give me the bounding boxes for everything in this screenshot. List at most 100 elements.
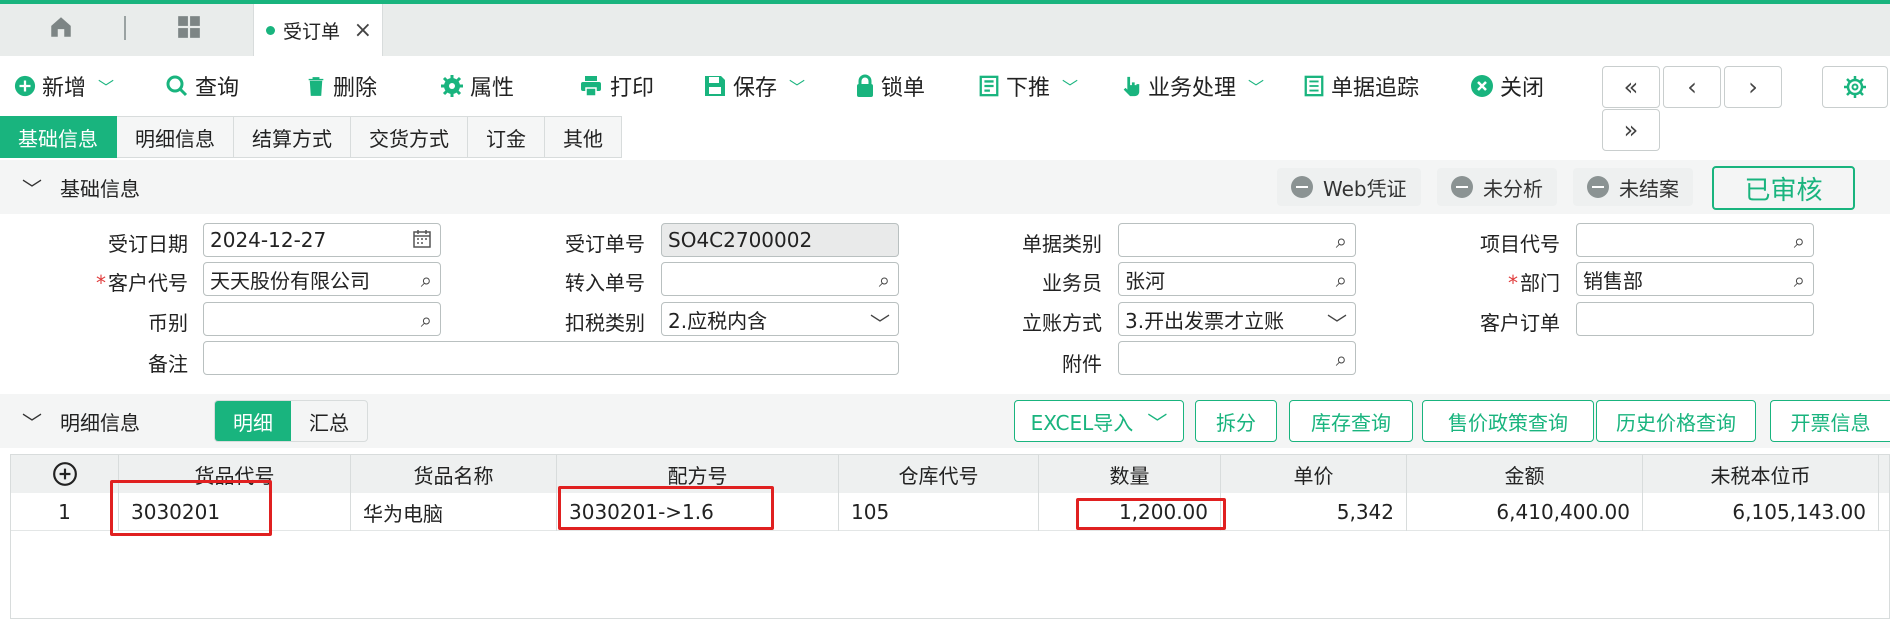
stock-query-button[interactable]: 库存查询 xyxy=(1289,400,1413,442)
detail-view-toggle: 明细 汇总 xyxy=(214,400,368,442)
invoice-info-button[interactable]: 开票信息 xyxy=(1770,400,1890,442)
cell-untaxed[interactable]: 6,105,143.00 xyxy=(1643,493,1879,531)
minus-circle-icon xyxy=(1291,176,1313,198)
chevron-down-icon[interactable]: ﹀ xyxy=(98,74,114,98)
order-no-field[interactable]: SO4C2700002 xyxy=(661,223,899,257)
tab-basic-info[interactable]: 基础信息 xyxy=(0,116,117,158)
search-icon[interactable]: ⌕ xyxy=(1794,229,1805,253)
gear-icon xyxy=(1844,76,1866,98)
col-item-name[interactable]: 货品名称 xyxy=(351,455,557,493)
account-method-value: 3.开出发票才立账 xyxy=(1125,308,1285,333)
trace-button[interactable]: 单据追踪 xyxy=(1303,68,1419,104)
col-qty[interactable]: 数量 xyxy=(1039,455,1221,493)
customer-order-field[interactable] xyxy=(1576,302,1814,336)
tab-deposit[interactable]: 订金 xyxy=(468,116,545,158)
excel-import-button[interactable]: EXCEL导入 ﹀ xyxy=(1014,400,1184,442)
next-record-button[interactable]: › xyxy=(1724,66,1782,108)
chevron-down-icon[interactable]: ﹀ xyxy=(870,308,890,337)
push-down-button[interactable]: 下推 ﹀ xyxy=(978,68,1078,104)
search-icon[interactable]: ⌕ xyxy=(1336,268,1347,292)
order-date-field[interactable]: 2024-12-27 xyxy=(203,223,441,257)
unanalyzed-badge[interactable]: 未分析 xyxy=(1437,168,1557,206)
doc-type-field[interactable]: ⌕ xyxy=(1118,223,1356,257)
search-icon[interactable]: ⌕ xyxy=(879,268,890,292)
required-mark: * xyxy=(96,271,106,295)
transfer-no-field[interactable]: ⌕ xyxy=(661,262,899,296)
tab-bar: 受订单 × xyxy=(0,4,1890,56)
search-icon[interactable]: ⌕ xyxy=(1336,229,1347,253)
delete-button[interactable]: 删除 xyxy=(305,68,377,104)
salesman-field[interactable]: 张河 ⌕ xyxy=(1118,262,1356,296)
trash-icon xyxy=(308,77,324,96)
tab-other[interactable]: 其他 xyxy=(545,116,622,158)
department-value: 销售部 xyxy=(1583,268,1643,293)
tax-type-select[interactable]: 2.应税内含 ﹀ xyxy=(661,302,899,336)
push-down-label: 下推 xyxy=(1006,76,1051,101)
col-warehouse[interactable]: 仓库代号 xyxy=(839,455,1039,493)
business-process-button[interactable]: 业务处理 ﹀ xyxy=(1120,68,1264,104)
tab-detail-info[interactable]: 明细信息 xyxy=(117,116,234,158)
search-icon xyxy=(166,75,188,97)
department-field[interactable]: 销售部 ⌕ xyxy=(1576,262,1814,296)
document-list-icon xyxy=(979,75,999,97)
calendar-icon[interactable] xyxy=(412,229,432,254)
add-row-icon[interactable] xyxy=(11,455,119,493)
currency-field[interactable]: ⌕ xyxy=(203,302,441,336)
chevron-down-icon[interactable]: ﹀ xyxy=(1147,407,1167,436)
prev-record-button[interactable]: ‹ xyxy=(1663,66,1721,108)
col-untaxed[interactable]: 未税本位币 xyxy=(1643,455,1879,493)
cell-amount[interactable]: 6,410,400.00 xyxy=(1407,493,1643,531)
price-history-query-button[interactable]: 历史价格查询 xyxy=(1596,400,1756,442)
close-icon[interactable]: × xyxy=(354,18,372,43)
query-label: 查询 xyxy=(195,76,240,101)
project-code-field[interactable]: ⌕ xyxy=(1576,223,1814,257)
search-icon[interactable]: ⌕ xyxy=(1794,268,1805,292)
cell-item-name[interactable]: 华为电脑 xyxy=(351,493,557,531)
web-voucher-badge[interactable]: Web凭证 xyxy=(1277,168,1421,206)
unclosed-badge[interactable]: 未结案 xyxy=(1573,168,1693,206)
tab-sales-order[interactable]: 受订单 × xyxy=(253,4,383,56)
badge-label: Web凭证 xyxy=(1323,176,1407,201)
view-summary-button[interactable]: 汇总 xyxy=(291,401,367,441)
collapse-chevron-icon[interactable]: ﹀ xyxy=(22,173,42,202)
view-detail-button[interactable]: 明细 xyxy=(215,401,291,441)
save-button[interactable]: 保存 ﹀ xyxy=(703,68,805,104)
chevron-down-icon[interactable]: ﹀ xyxy=(1248,74,1264,98)
required-mark: * xyxy=(1508,271,1518,295)
cell-warehouse[interactable]: 105 xyxy=(839,493,1039,531)
split-button[interactable]: 拆分 xyxy=(1195,400,1277,442)
account-method-label: 立账方式 xyxy=(1022,311,1102,335)
close-button[interactable]: 关闭 xyxy=(1470,68,1544,104)
chevron-down-icon[interactable]: ﹀ xyxy=(1327,308,1347,337)
tab-divider xyxy=(124,16,126,40)
tab-settlement[interactable]: 结算方式 xyxy=(234,116,351,158)
properties-button[interactable]: 属性 xyxy=(440,68,514,104)
table-row[interactable]: 1 3030201 华为电脑 3030201->1.6 105 1,200.00… xyxy=(11,493,1889,531)
search-icon[interactable]: ⌕ xyxy=(421,308,432,332)
order-date-label: 受订日期 xyxy=(108,232,188,256)
chevron-down-icon[interactable]: ﹀ xyxy=(1062,74,1078,98)
chevron-down-icon[interactable]: ﹀ xyxy=(789,74,805,98)
tab-delivery[interactable]: 交货方式 xyxy=(351,116,468,158)
print-button[interactable]: 打印 xyxy=(578,68,654,104)
settings-button[interactable] xyxy=(1822,66,1888,108)
search-icon[interactable]: ⌕ xyxy=(1336,347,1347,371)
col-amount[interactable]: 金额 xyxy=(1407,455,1643,493)
attachment-field[interactable]: ⌕ xyxy=(1118,341,1356,375)
cell-price[interactable]: 5,342 xyxy=(1221,493,1407,531)
search-icon[interactable]: ⌕ xyxy=(421,268,432,292)
home-icon[interactable] xyxy=(48,14,74,45)
first-record-button[interactable]: « xyxy=(1602,66,1660,108)
collapse-chevron-icon[interactable]: ﹀ xyxy=(22,407,42,436)
col-price[interactable]: 单价 xyxy=(1221,455,1407,493)
account-method-select[interactable]: 3.开出发票才立账 ﹀ xyxy=(1118,302,1356,336)
customer-code-field[interactable]: 天天股份有限公司 ⌕ xyxy=(203,262,441,296)
lock-button[interactable]: 锁单 xyxy=(855,68,925,104)
last-record-button[interactable]: » xyxy=(1602,109,1660,151)
price-policy-query-button[interactable]: 售价政策查询 xyxy=(1422,400,1594,442)
query-button[interactable]: 查询 xyxy=(165,68,239,104)
grid-menu-icon[interactable] xyxy=(176,14,202,45)
remark-field[interactable] xyxy=(203,341,899,375)
new-button[interactable]: 新增 ﹀ xyxy=(14,68,114,104)
approved-status-button[interactable]: 已审核 xyxy=(1712,166,1855,210)
